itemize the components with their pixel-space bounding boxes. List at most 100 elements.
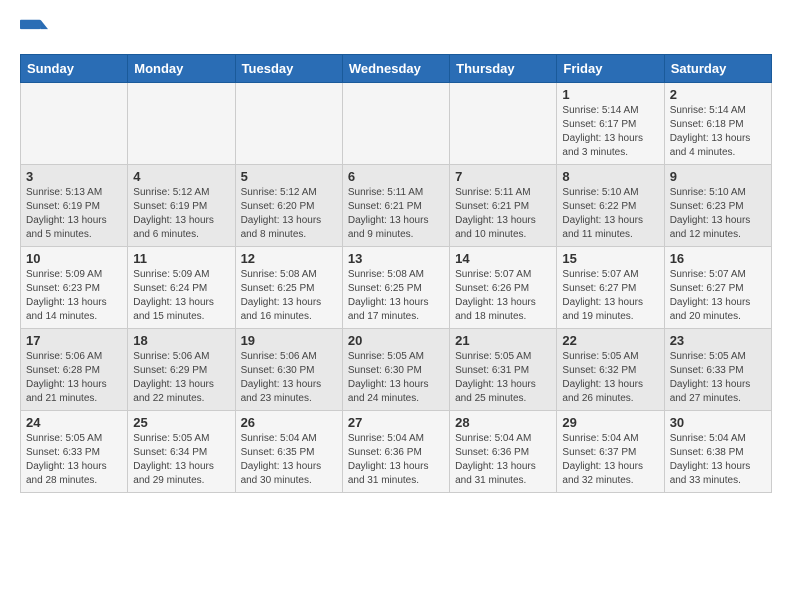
day-number: 22 [562,333,658,348]
day-number: 20 [348,333,444,348]
logo [20,16,52,44]
calendar-cell: 26 Sunrise: 5:04 AMSunset: 6:35 PMDayligh… [235,411,342,493]
day-info: Sunrise: 5:07 AMSunset: 6:27 PMDaylight:… [670,268,766,324]
calendar-cell: 30 Sunrise: 5:04 AMSunset: 6:38 PMDayligh… [664,411,771,493]
calendar-week-1: 1 Sunrise: 5:14 AMSunset: 6:17 PMDaylight… [21,83,772,165]
calendar-cell: 5 Sunrise: 5:12 AMSunset: 6:20 PMDaylight… [235,165,342,247]
day-number: 27 [348,415,444,430]
day-info: Sunrise: 5:06 AMSunset: 6:29 PMDaylight:… [133,350,229,406]
calendar-week-2: 3 Sunrise: 5:13 AMSunset: 6:19 PMDaylight… [21,165,772,247]
calendar-cell: 7 Sunrise: 5:11 AMSunset: 6:21 PMDaylight… [450,165,557,247]
day-number: 6 [348,169,444,184]
day-info: Sunrise: 5:05 AMSunset: 6:34 PMDaylight:… [133,432,229,488]
day-info: Sunrise: 5:08 AMSunset: 6:25 PMDaylight:… [348,268,444,324]
calendar-cell: 17 Sunrise: 5:06 AMSunset: 6:28 PMDayligh… [21,329,128,411]
day-info: Sunrise: 5:11 AMSunset: 6:21 PMDaylight:… [348,186,444,242]
calendar-cell: 10Sunrise: 5:09 AMSunset: 6:23 PMDayligh… [21,247,128,329]
day-info: Sunrise: 5:04 AMSunset: 6:38 PMDaylight:… [670,432,766,488]
calendar-cell [450,83,557,165]
day-info: Sunrise: 5:07 AMSunset: 6:26 PMDaylight:… [455,268,551,324]
day-number: 9 [670,169,766,184]
day-info: Sunrise: 5:06 AMSunset: 6:28 PMDaylight:… [26,350,122,406]
day-info: Sunrise: 5:05 AMSunset: 6:31 PMDaylight:… [455,350,551,406]
day-number: 23 [670,333,766,348]
calendar-cell [128,83,235,165]
calendar-cell: 13 Sunrise: 5:08 AMSunset: 6:25 PMDayligh… [342,247,449,329]
day-info: Sunrise: 5:04 AMSunset: 6:36 PMDaylight:… [455,432,551,488]
day-info: Sunrise: 5:05 AMSunset: 6:33 PMDaylight:… [26,432,122,488]
calendar-cell [21,83,128,165]
calendar-cell [342,83,449,165]
header-saturday: Saturday [664,55,771,83]
day-info: Sunrise: 5:04 AMSunset: 6:37 PMDaylight:… [562,432,658,488]
calendar-cell: 21 Sunrise: 5:05 AMSunset: 6:31 PMDayligh… [450,329,557,411]
calendar-week-3: 10Sunrise: 5:09 AMSunset: 6:23 PMDayligh… [21,247,772,329]
day-info: Sunrise: 5:07 AMSunset: 6:27 PMDaylight:… [562,268,658,324]
day-number: 2 [670,87,766,102]
day-info: Sunrise: 5:12 AMSunset: 6:20 PMDaylight:… [241,186,337,242]
day-number: 5 [241,169,337,184]
day-number: 16 [670,251,766,266]
day-info: Sunrise: 5:12 AMSunset: 6:19 PMDaylight:… [133,186,229,242]
day-number: 19 [241,333,337,348]
day-number: 8 [562,169,658,184]
day-number: 24 [26,415,122,430]
calendar-cell: 28Sunrise: 5:04 AMSunset: 6:36 PMDayligh… [450,411,557,493]
calendar-cell: 29 Sunrise: 5:04 AMSunset: 6:37 PMDayligh… [557,411,664,493]
day-info: Sunrise: 5:11 AMSunset: 6:21 PMDaylight:… [455,186,551,242]
calendar-cell: 23 Sunrise: 5:05 AMSunset: 6:33 PMDayligh… [664,329,771,411]
day-info: Sunrise: 5:05 AMSunset: 6:33 PMDaylight:… [670,350,766,406]
day-number: 14 [455,251,551,266]
calendar-cell: 14 Sunrise: 5:07 AMSunset: 6:26 PMDayligh… [450,247,557,329]
day-number: 15 [562,251,658,266]
day-number: 25 [133,415,229,430]
calendar-cell: 24 Sunrise: 5:05 AMSunset: 6:33 PMDayligh… [21,411,128,493]
day-number: 4 [133,169,229,184]
day-info: Sunrise: 5:04 AMSunset: 6:35 PMDaylight:… [241,432,337,488]
calendar-cell: 22 Sunrise: 5:05 AMSunset: 6:32 PMDayligh… [557,329,664,411]
calendar-cell: 27 Sunrise: 5:04 AMSunset: 6:36 PMDayligh… [342,411,449,493]
day-number: 7 [455,169,551,184]
calendar-week-5: 24 Sunrise: 5:05 AMSunset: 6:33 PMDayligh… [21,411,772,493]
calendar-cell [235,83,342,165]
day-number: 26 [241,415,337,430]
day-info: Sunrise: 5:04 AMSunset: 6:36 PMDaylight:… [348,432,444,488]
day-number: 1 [562,87,658,102]
day-info: Sunrise: 5:09 AMSunset: 6:24 PMDaylight:… [133,268,229,324]
calendar-cell: 3 Sunrise: 5:13 AMSunset: 6:19 PMDaylight… [21,165,128,247]
logo-icon [20,16,48,44]
day-number: 3 [26,169,122,184]
day-number: 13 [348,251,444,266]
page-header [20,16,772,44]
calendar-cell: 19 Sunrise: 5:06 AMSunset: 6:30 PMDayligh… [235,329,342,411]
day-number: 18 [133,333,229,348]
header-tuesday: Tuesday [235,55,342,83]
day-info: Sunrise: 5:14 AMSunset: 6:17 PMDaylight:… [562,104,658,160]
header-thursday: Thursday [450,55,557,83]
calendar-cell: 1 Sunrise: 5:14 AMSunset: 6:17 PMDaylight… [557,83,664,165]
day-number: 30 [670,415,766,430]
calendar-cell: 20 Sunrise: 5:05 AMSunset: 6:30 PMDayligh… [342,329,449,411]
day-info: Sunrise: 5:09 AMSunset: 6:23 PMDaylight:… [26,268,122,324]
day-number: 17 [26,333,122,348]
day-number: 29 [562,415,658,430]
header-wednesday: Wednesday [342,55,449,83]
header-monday: Monday [128,55,235,83]
day-info: Sunrise: 5:05 AMSunset: 6:30 PMDaylight:… [348,350,444,406]
day-info: Sunrise: 5:06 AMSunset: 6:30 PMDaylight:… [241,350,337,406]
day-info: Sunrise: 5:10 AMSunset: 6:23 PMDaylight:… [670,186,766,242]
header-sunday: Sunday [21,55,128,83]
calendar-cell: 8 Sunrise: 5:10 AMSunset: 6:22 PMDaylight… [557,165,664,247]
day-info: Sunrise: 5:14 AMSunset: 6:18 PMDaylight:… [670,104,766,160]
calendar-cell: 25 Sunrise: 5:05 AMSunset: 6:34 PMDayligh… [128,411,235,493]
day-info: Sunrise: 5:05 AMSunset: 6:32 PMDaylight:… [562,350,658,406]
calendar-cell: 6 Sunrise: 5:11 AMSunset: 6:21 PMDaylight… [342,165,449,247]
calendar-table: SundayMondayTuesdayWednesdayThursdayFrid… [20,54,772,493]
day-info: Sunrise: 5:10 AMSunset: 6:22 PMDaylight:… [562,186,658,242]
calendar-cell: 11Sunrise: 5:09 AMSunset: 6:24 PMDayligh… [128,247,235,329]
day-number: 21 [455,333,551,348]
header-friday: Friday [557,55,664,83]
day-info: Sunrise: 5:13 AMSunset: 6:19 PMDaylight:… [26,186,122,242]
day-number: 12 [241,251,337,266]
calendar-cell: 18 Sunrise: 5:06 AMSunset: 6:29 PMDayligh… [128,329,235,411]
